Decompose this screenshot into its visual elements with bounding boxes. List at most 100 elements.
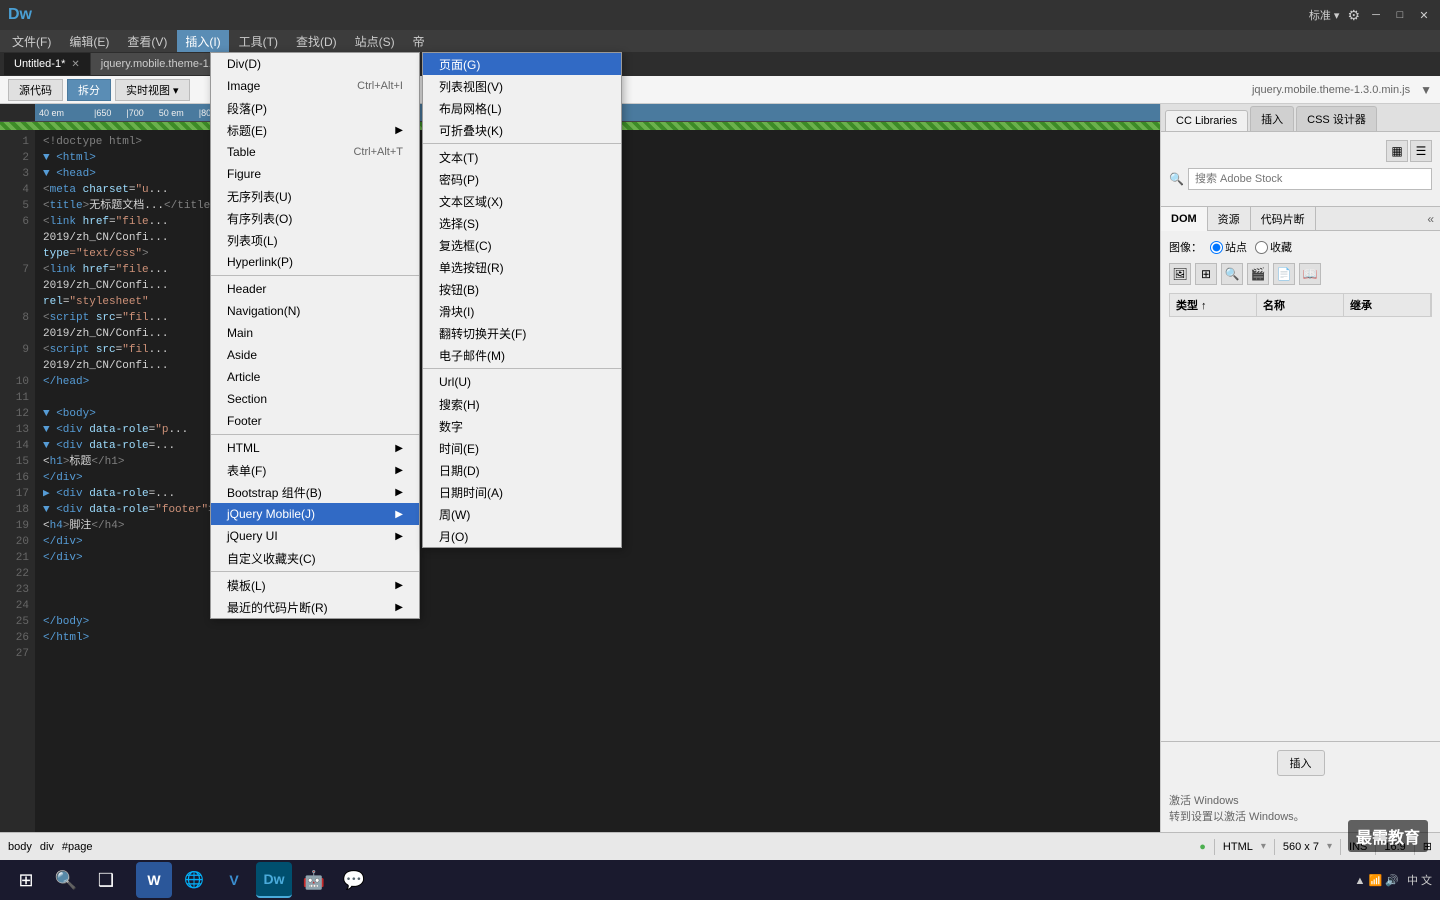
jm-week[interactable]: 周(W)	[423, 503, 621, 525]
site-radio[interactable]	[1210, 241, 1223, 254]
jm-month[interactable]: 月(O)	[423, 525, 621, 547]
menu-template[interactable]: 模板(L) ▶	[211, 574, 419, 596]
menu-div[interactable]: Div(D)	[211, 53, 419, 75]
menu-image[interactable]: Image Ctrl+Alt+I	[211, 75, 419, 97]
menu-customfav[interactable]: 自定义收藏夹(C)	[211, 547, 419, 569]
minimize-button[interactable]: ─	[1368, 7, 1384, 23]
body-breadcrumb[interactable]: body	[8, 841, 32, 853]
tab-insert[interactable]: 插入	[1250, 106, 1294, 131]
menu-navigation[interactable]: Navigation(N)	[211, 300, 419, 322]
dom-icon-1[interactable]: 🖼	[1169, 263, 1191, 285]
settings-icon[interactable]: ⚙	[1347, 7, 1360, 24]
taskbar-app-visio[interactable]: V	[216, 862, 252, 898]
html-label[interactable]: HTML	[1223, 841, 1253, 853]
dom-icon-2[interactable]: ⊞	[1195, 263, 1217, 285]
live-view-btn[interactable]: 实时视图 ▾	[115, 79, 190, 101]
tab-untitled[interactable]: Untitled-1* ✕	[4, 53, 91, 75]
menu-table[interactable]: Table Ctrl+Alt+T	[211, 141, 419, 163]
menu-main[interactable]: Main	[211, 322, 419, 344]
dom-icon-3[interactable]: 🔍	[1221, 263, 1243, 285]
favorite-radio-label[interactable]: 收藏	[1255, 239, 1292, 255]
menu-hyperlink[interactable]: Hyperlink(P)	[211, 251, 419, 273]
size-label[interactable]: 560 x 7	[1283, 841, 1319, 853]
menu-footer[interactable]: Footer	[211, 410, 419, 432]
menu-jqueryui[interactable]: jQuery UI ▶	[211, 525, 419, 547]
jm-layout[interactable]: 布局网格(L)	[423, 97, 621, 119]
menu-forms[interactable]: 表单(F) ▶	[211, 459, 419, 481]
start-button[interactable]: ⊞	[8, 862, 44, 898]
menu-paragraph[interactable]: 段落(P)	[211, 97, 419, 119]
grid-view-btn[interactable]: ▦	[1386, 140, 1408, 162]
menu-insert[interactable]: 插入(I)	[177, 30, 228, 52]
insert-button[interactable]: 插入	[1277, 750, 1325, 776]
tab-untitled-close[interactable]: ✕	[71, 59, 79, 70]
page-breadcrumb[interactable]: #page	[62, 841, 93, 853]
menu-ordered[interactable]: 有序列表(O)	[211, 207, 419, 229]
menu-find[interactable]: 查找(D)	[288, 30, 345, 52]
menu-unordered[interactable]: 无序列表(U)	[211, 185, 419, 207]
expand-icon[interactable]: «	[1421, 212, 1440, 226]
jm-collapsible[interactable]: 可折叠块(K)	[423, 119, 621, 141]
jm-page[interactable]: 页面(G)	[423, 53, 621, 75]
menu-listitem[interactable]: 列表项(L)	[211, 229, 419, 251]
maximize-button[interactable]: □	[1392, 7, 1408, 23]
taskbar-taskview[interactable]: ❑	[88, 862, 124, 898]
jm-listview[interactable]: 列表视图(V)	[423, 75, 621, 97]
div-breadcrumb[interactable]: div	[40, 841, 54, 853]
filter-icon[interactable]: ▼	[1420, 83, 1432, 97]
menu-header[interactable]: Header	[211, 278, 419, 300]
dom-icon-6[interactable]: 📖	[1299, 263, 1321, 285]
dom-icon-4[interactable]: 🎬	[1247, 263, 1269, 285]
taskbar-app-wechat[interactable]: 💬	[336, 862, 372, 898]
favorite-radio[interactable]	[1255, 241, 1268, 254]
jm-search[interactable]: 搜索(H)	[423, 393, 621, 415]
tab-cc-libraries[interactable]: CC Libraries	[1165, 110, 1248, 131]
jm-flipswitch[interactable]: 翻转切换开关(F)	[423, 322, 621, 344]
jm-datetime[interactable]: 日期时间(A)	[423, 481, 621, 503]
menu-bootstrap[interactable]: Bootstrap 组件(B) ▶	[211, 481, 419, 503]
split-btn[interactable]: 拆分	[67, 79, 111, 101]
menu-section[interactable]: Section	[211, 388, 419, 410]
jm-number[interactable]: 数字	[423, 415, 621, 437]
dom-tab-assets[interactable]: 资源	[1208, 207, 1251, 231]
menu-figure[interactable]: Figure	[211, 163, 419, 185]
taskbar-app-word[interactable]: W	[136, 862, 172, 898]
menu-html[interactable]: HTML ▶	[211, 437, 419, 459]
menu-label[interactable]: 标题(E) ▶	[211, 119, 419, 141]
jm-button[interactable]: 按钮(B)	[423, 278, 621, 300]
menu-recentsnippet[interactable]: 最近的代码片断(R) ▶	[211, 596, 419, 618]
dom-icon-5[interactable]: 📄	[1273, 263, 1295, 285]
taskbar-app-android[interactable]: 🤖	[296, 862, 332, 898]
jm-checkbox[interactable]: 复选框(C)	[423, 234, 621, 256]
source-code-btn[interactable]: 源代码	[8, 79, 63, 101]
list-view-btn[interactable]: ☰	[1410, 140, 1432, 162]
jm-textarea[interactable]: 文本区域(X)	[423, 190, 621, 212]
jm-email[interactable]: 电子邮件(M)	[423, 344, 621, 366]
menu-site[interactable]: 站点(S)	[347, 30, 403, 52]
dom-tab-snippets[interactable]: 代码片断	[1251, 207, 1316, 231]
jm-password[interactable]: 密码(P)	[423, 168, 621, 190]
menu-view[interactable]: 查看(V)	[119, 30, 175, 52]
taskbar-app-chrome[interactable]: 🌐	[176, 862, 212, 898]
jm-text[interactable]: 文本(T)	[423, 146, 621, 168]
taskbar-search[interactable]: 🔍	[48, 862, 84, 898]
jm-slider[interactable]: 滑块(I)	[423, 300, 621, 322]
jm-select[interactable]: 选择(S)	[423, 212, 621, 234]
jm-url[interactable]: Url(U)	[423, 371, 621, 393]
menu-tools[interactable]: 工具(T)	[231, 30, 286, 52]
dom-tab-dom[interactable]: DOM	[1161, 207, 1208, 231]
jm-radio[interactable]: 单选按钮(R)	[423, 256, 621, 278]
menu-jquerymobile[interactable]: jQuery Mobile(J) ▶	[211, 503, 419, 525]
menu-aside[interactable]: Aside	[211, 344, 419, 366]
menu-article[interactable]: Article	[211, 366, 419, 388]
jm-date[interactable]: 日期(D)	[423, 459, 621, 481]
tab-css-designer[interactable]: CSS 设计器	[1296, 106, 1377, 131]
taskbar-app-dreamweaver[interactable]: Dw	[256, 862, 292, 898]
cc-search-input[interactable]	[1188, 168, 1432, 190]
menu-edit[interactable]: 编辑(E)	[61, 30, 117, 52]
site-radio-label[interactable]: 站点	[1210, 239, 1247, 255]
menu-file[interactable]: 文件(F)	[4, 30, 59, 52]
menu-extra[interactable]: 帝	[405, 30, 433, 52]
close-button[interactable]: ✕	[1416, 7, 1432, 23]
jm-time[interactable]: 时间(E)	[423, 437, 621, 459]
